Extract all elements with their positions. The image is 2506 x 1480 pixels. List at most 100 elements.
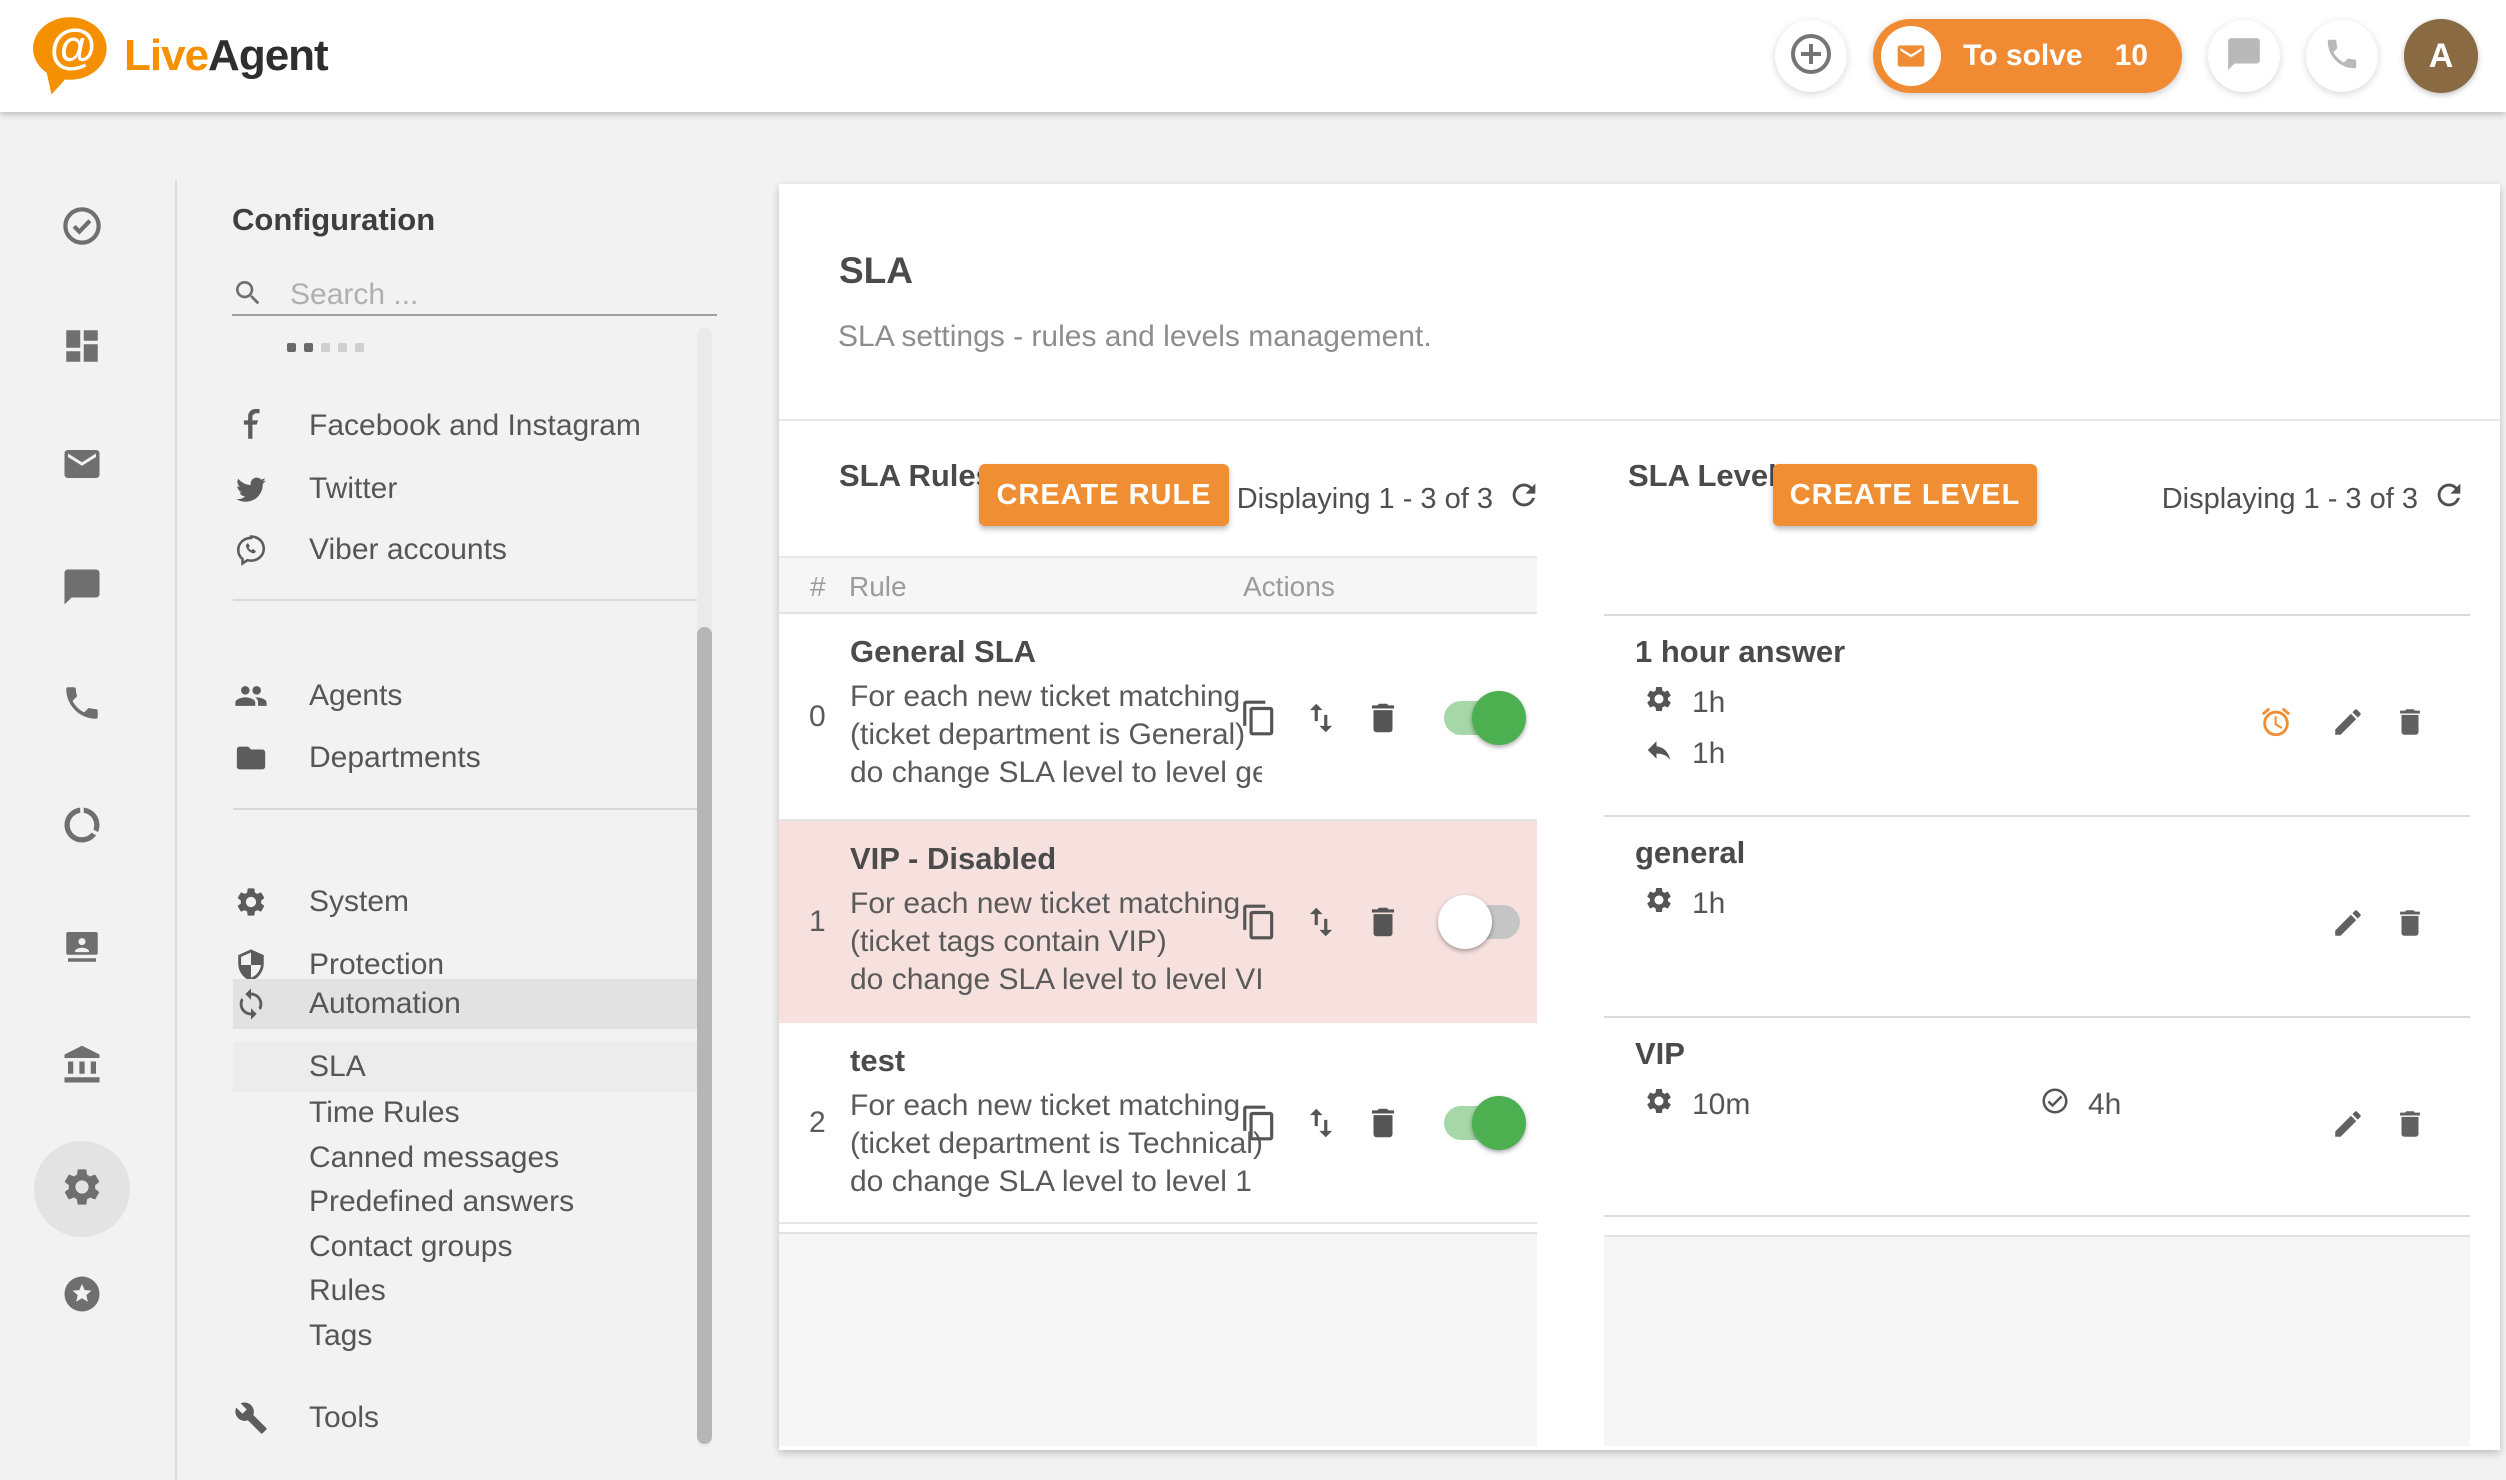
level-title: general <box>1635 835 1745 871</box>
sidebar-scrollbar-track[interactable] <box>697 327 712 1447</box>
svg-text:@: @ <box>50 21 97 74</box>
reorder-icon[interactable] <box>1302 699 1340 737</box>
sidebar-item-facebook[interactable]: Facebook and Instagram <box>233 401 698 451</box>
delete-icon[interactable] <box>2393 1107 2427 1141</box>
edit-icon[interactable] <box>2331 1107 2365 1141</box>
copy-icon[interactable] <box>1240 1104 1278 1142</box>
edit-icon[interactable] <box>2331 705 2365 739</box>
rule-number: 2 <box>809 1023 826 1222</box>
reply-icon <box>1644 735 1674 773</box>
rail-starred-item[interactable] <box>44 1258 120 1334</box>
sidebar-item-twitter[interactable]: Twitter <box>233 464 698 514</box>
rule-condition-line: do change SLA level to level VIP <box>850 963 1262 997</box>
sidebar-item-contact-groups[interactable]: Contact groups <box>233 1222 698 1272</box>
chat-bubble-icon <box>61 566 103 613</box>
sidebar-scrollbar-thumb[interactable] <box>697 627 712 1444</box>
rail-tickets-item[interactable] <box>44 190 120 266</box>
rule-condition-line: For each new ticket matching <box>850 887 1262 921</box>
sidebar-item-viber[interactable]: Viber accounts <box>233 525 698 575</box>
sidebar-item-label: Tools <box>309 1401 379 1435</box>
rules-table-header: # Rule Actions <box>779 556 1537 614</box>
gear-icon <box>60 1165 104 1214</box>
rail-dashboard-item[interactable] <box>44 310 120 386</box>
sidebar-search[interactable] <box>232 270 717 320</box>
sidebar-item-canned-messages[interactable]: Canned messages <box>233 1133 698 1183</box>
rule-condition-line: (ticket department is Technical) <box>850 1127 1262 1161</box>
sidebar-item-automation[interactable]: Automation <box>233 979 698 1029</box>
rail-customers-item[interactable] <box>44 910 120 986</box>
sidebar-item-agents[interactable]: Agents <box>233 671 698 721</box>
level-card-general: general 1h <box>1604 815 2470 1016</box>
gear-icon <box>233 884 269 920</box>
rule-condition-line: (ticket department is General) <box>850 718 1262 752</box>
rule-actions <box>1240 1023 1520 1222</box>
sidebar-item-label: Rules <box>309 1274 386 1308</box>
level-actions <box>1604 705 2470 739</box>
rail-reports-item[interactable] <box>44 789 120 865</box>
delete-icon[interactable] <box>2393 906 2427 940</box>
sidebar-item-label: Viber accounts <box>309 533 507 567</box>
rail-call-item[interactable] <box>44 667 120 743</box>
mail-icon <box>61 443 103 490</box>
search-input[interactable] <box>290 278 670 312</box>
refresh-icon[interactable] <box>1507 478 1541 520</box>
sidebar-item-predefined-answers[interactable]: Predefined answers <box>233 1177 698 1227</box>
sidebar-item-tags[interactable]: Tags <box>233 1311 698 1361</box>
delete-icon[interactable] <box>1364 1104 1402 1142</box>
sidebar-item-label: SLA <box>309 1050 366 1084</box>
delete-icon[interactable] <box>2393 705 2427 739</box>
rule-row-general-sla: 0 General SLA For each new ticket matchi… <box>779 614 1537 821</box>
rail-configuration-item[interactable] <box>34 1141 130 1237</box>
calls-button[interactable] <box>2306 20 2378 92</box>
sidebar-item-system[interactable]: System <box>233 877 698 927</box>
column-header-actions: Actions <box>1243 571 1335 603</box>
level-card-vip: VIP 10m 4h <box>1604 1016 2470 1217</box>
level-next-answer: 1h <box>1644 735 1725 773</box>
delete-icon[interactable] <box>1364 903 1402 941</box>
twitter-icon <box>233 471 269 507</box>
to-solve-button[interactable]: To solve 10 <box>1873 19 2182 93</box>
to-solve-label: To solve <box>1963 39 2082 73</box>
sidebar-item-label: Tags <box>309 1319 372 1353</box>
alarm-icon[interactable] <box>2259 705 2293 739</box>
sidebar-item-time-rules[interactable]: Time Rules <box>233 1088 698 1138</box>
sidebar-item-tools[interactable]: Tools <box>233 1393 698 1443</box>
chats-button[interactable] <box>2208 20 2280 92</box>
copy-icon[interactable] <box>1240 699 1278 737</box>
level-card-1-hour-answer: 1 hour answer 1h 1h <box>1604 614 2470 815</box>
levels-empty-area <box>1604 1235 2470 1446</box>
sidebar-item-label: System <box>309 885 409 919</box>
liveagent-logo[interactable]: @ LiveAgent <box>22 8 328 105</box>
rail-billing-item[interactable] <box>44 1029 120 1105</box>
sidebar-item-rules[interactable]: Rules <box>233 1266 698 1316</box>
rule-title: VIP - Disabled <box>850 841 1056 877</box>
bank-icon <box>61 1044 103 1091</box>
user-avatar[interactable]: A <box>2404 19 2478 93</box>
level-next-answer-value: 1h <box>1692 737 1725 771</box>
sidebar-item-sla[interactable]: SLA <box>233 1042 698 1092</box>
rule-enabled-toggle[interactable] <box>1444 1104 1520 1142</box>
facebook-icon <box>233 408 269 444</box>
rule-enabled-toggle[interactable] <box>1444 699 1520 737</box>
add-new-button[interactable] <box>1775 20 1847 92</box>
people-icon <box>233 678 269 714</box>
rule-enabled-toggle[interactable] <box>1444 903 1520 941</box>
reorder-icon[interactable] <box>1302 1104 1340 1142</box>
copy-icon[interactable] <box>1240 903 1278 941</box>
create-rule-button[interactable]: CREATE RULE <box>979 464 1229 526</box>
column-header-num: # <box>810 571 826 603</box>
edit-icon[interactable] <box>2331 906 2365 940</box>
liveagent-bubble-icon: @ <box>22 8 114 105</box>
rule-condition-line: do change SLA level to level 1 ho <box>850 1165 1262 1199</box>
sidebar-item-label: Protection <box>309 948 444 982</box>
rule-row-test: 2 test For each new ticket matching (tic… <box>779 1023 1537 1224</box>
delete-icon[interactable] <box>1364 699 1402 737</box>
refresh-icon[interactable] <box>2432 478 2466 520</box>
rail-mail-item[interactable] <box>44 428 120 504</box>
reorder-icon[interactable] <box>1302 903 1340 941</box>
top-bar: @ LiveAgent To solve 10 <box>0 0 2506 112</box>
configuration-sidebar: Configuration Facebook and Instagram Twi… <box>177 112 777 1480</box>
create-level-button[interactable]: CREATE LEVEL <box>1773 464 2037 526</box>
sidebar-item-departments[interactable]: Departments <box>233 733 698 783</box>
rail-chat-item[interactable] <box>44 551 120 627</box>
